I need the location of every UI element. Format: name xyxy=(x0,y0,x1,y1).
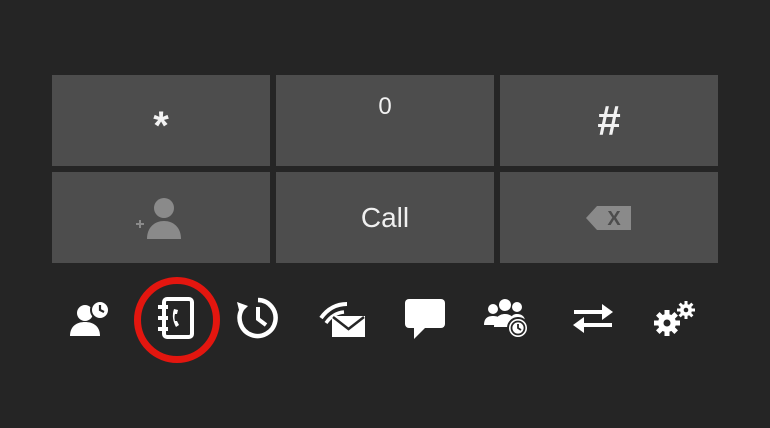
group-presence-icon xyxy=(482,295,534,341)
chat-icon xyxy=(401,294,449,342)
group-presence-button[interactable] xyxy=(480,288,536,348)
call-history-icon xyxy=(234,294,282,342)
transfer-icon xyxy=(569,298,617,338)
voicemail-button[interactable] xyxy=(315,288,371,348)
svg-text:X: X xyxy=(607,208,621,230)
dialpad-keypad: * 0 # Call X xyxy=(52,75,719,267)
key-hash-label: # xyxy=(597,96,621,144)
transfer-button[interactable] xyxy=(565,288,621,348)
key-hash[interactable]: # xyxy=(500,75,718,166)
key-zero[interactable]: 0 xyxy=(276,75,494,166)
contact-status-button[interactable] xyxy=(62,288,118,348)
voicemail-icon xyxy=(317,296,369,340)
backspace-icon: X xyxy=(585,204,633,232)
settings-icon xyxy=(649,296,701,340)
call-button[interactable]: Call xyxy=(276,172,494,263)
bottom-toolbar xyxy=(52,288,719,352)
call-button-label: Call xyxy=(360,201,410,233)
contact-status-icon xyxy=(65,296,115,340)
chat-button[interactable] xyxy=(397,288,453,348)
add-contact-button[interactable] xyxy=(52,172,270,263)
add-contact-icon xyxy=(133,196,189,240)
key-star-label: * xyxy=(153,103,169,148)
backspace-button[interactable]: X xyxy=(500,172,718,263)
phonebook-button[interactable] xyxy=(147,288,203,348)
key-zero-label: 0 xyxy=(378,93,392,120)
key-star[interactable]: * xyxy=(52,75,270,166)
phonebook-icon xyxy=(153,296,197,340)
call-history-button[interactable] xyxy=(230,288,286,348)
settings-button[interactable] xyxy=(647,288,703,348)
